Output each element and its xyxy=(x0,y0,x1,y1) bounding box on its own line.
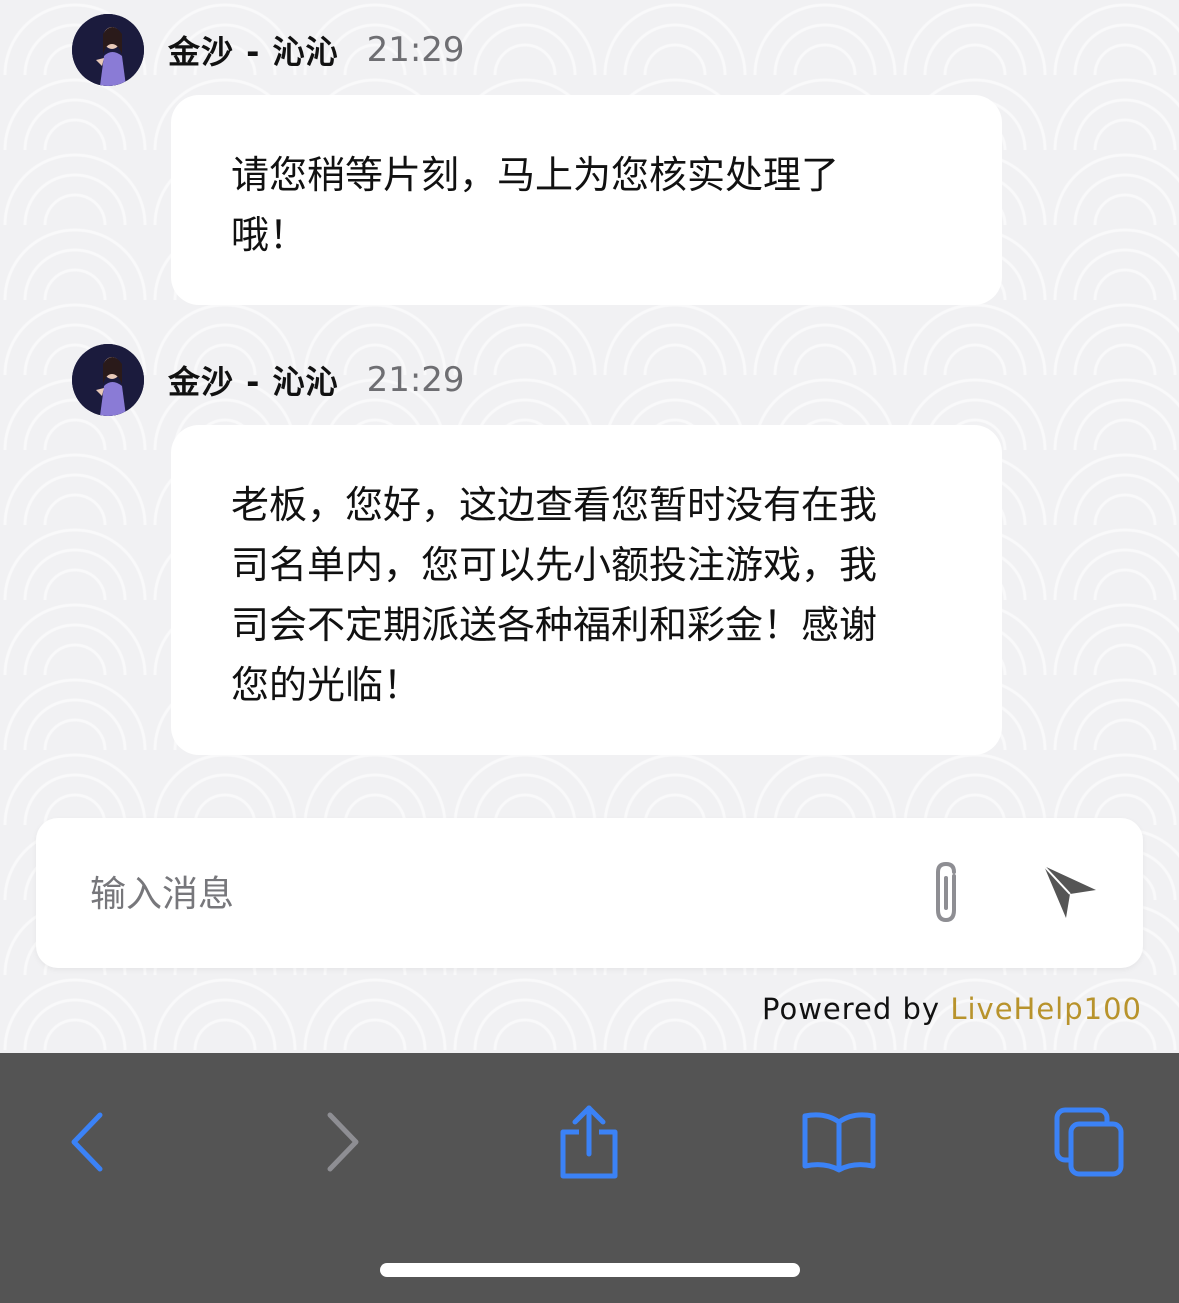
powered-by-brand-link[interactable]: LiveHelp100 xyxy=(950,992,1142,1026)
chevron-right-icon xyxy=(327,1112,359,1172)
message-text-line: 哦！ xyxy=(231,213,308,257)
share-icon xyxy=(560,1105,618,1179)
message-text-line: 请您稍等片刻，马上为您核实处理了 xyxy=(231,153,840,197)
tabs-button[interactable] xyxy=(1044,1097,1134,1187)
back-button[interactable] xyxy=(42,1097,132,1187)
avatar-photo-icon xyxy=(72,344,144,416)
message-header: 金沙 - 沁沁 21:29 xyxy=(72,14,465,86)
powered-by: Powered by LiveHelp100 xyxy=(762,992,1142,1026)
send-button[interactable] xyxy=(1040,862,1100,922)
paper-plane-icon xyxy=(1043,865,1096,918)
message-header: 金沙 - 沁沁 21:29 xyxy=(72,344,465,416)
message-bubble: 请您稍等片刻，马上为您核实处理了 哦！ xyxy=(171,95,1002,305)
avatar[interactable] xyxy=(72,14,144,86)
paperclip-icon xyxy=(936,861,956,923)
share-button[interactable] xyxy=(544,1097,634,1187)
browser-toolbar xyxy=(0,1053,1179,1303)
forward-button[interactable] xyxy=(298,1097,388,1187)
powered-by-prefix: Powered by xyxy=(762,992,941,1026)
message-bubble: 老板，您好，这边查看您暂时没有在我 司名单内，您可以先小额投注游戏，我 司会不定… xyxy=(171,425,1002,755)
bookmarks-button[interactable] xyxy=(794,1097,884,1187)
tabs-icon xyxy=(1054,1107,1124,1177)
message-text-line: 老板，您好，这边查看您暂时没有在我 xyxy=(231,483,878,527)
message-text-line: 您的光临！ xyxy=(231,663,422,707)
message-input[interactable] xyxy=(88,858,872,930)
message-text-line: 司会不定期派送各种福利和彩金！感谢 xyxy=(231,603,878,647)
message-text-line: 司名单内，您可以先小额投注游戏，我 xyxy=(231,543,878,587)
avatar-photo-icon xyxy=(72,14,144,86)
sender-name: 金沙 - 沁沁 xyxy=(168,363,339,401)
home-indicator xyxy=(380,1263,800,1277)
message-composer xyxy=(36,818,1143,968)
sender-name: 金沙 - 沁沁 xyxy=(168,33,339,71)
bookmarks-icon xyxy=(802,1112,876,1173)
avatar[interactable] xyxy=(72,344,144,416)
message-time: 21:29 xyxy=(366,30,465,70)
message-time: 21:29 xyxy=(366,360,465,400)
chevron-left-icon xyxy=(71,1112,103,1172)
attach-button[interactable] xyxy=(924,858,972,928)
